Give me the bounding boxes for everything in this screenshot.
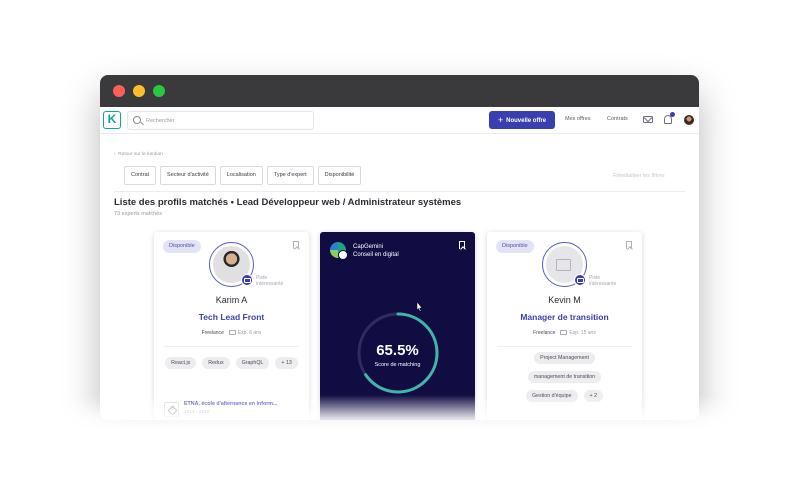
matching-score-label: Score de matching xyxy=(374,362,421,368)
new-offer-label: Nouvelle offre xyxy=(506,118,547,124)
bookmark-icon[interactable] xyxy=(626,241,632,249)
contract-type: Freelance xyxy=(533,330,556,336)
minimize-window-button[interactable] xyxy=(133,85,145,97)
experts-count: 73 experts matchés xyxy=(114,211,162,217)
company-sector: Conseil en digital xyxy=(353,252,399,258)
filter-location[interactable]: Localisation xyxy=(219,166,263,185)
divider xyxy=(164,346,299,347)
skill-tags: React.js Redux GraphQL + 13 xyxy=(164,357,299,369)
expert-role[interactable]: Tech Lead Front xyxy=(154,312,309,322)
search-input[interactable] xyxy=(146,114,306,127)
back-link-label: Retour sur le kanban xyxy=(118,152,163,157)
bookmark-icon[interactable] xyxy=(293,241,299,249)
filter-availability[interactable]: Disponibilité xyxy=(317,166,362,185)
status-line-2: intéressante xyxy=(589,281,617,287)
plus-icon: + xyxy=(497,115,504,125)
maximize-window-button[interactable] xyxy=(153,85,165,97)
expert-name: Kevin M xyxy=(548,295,581,305)
search-icon xyxy=(133,116,141,124)
notification-badge xyxy=(670,112,675,117)
back-link[interactable]: ‹ Retour sur le kanban xyxy=(114,152,163,157)
school-icon xyxy=(164,402,179,417)
company-name: CapGemini xyxy=(353,244,384,250)
skill-tags: Project Management management de transit… xyxy=(497,352,632,402)
filter-bar: Contrat Secteur d'activité Localisation … xyxy=(124,166,362,185)
my-offers-link[interactable]: Mes offres xyxy=(565,116,591,122)
status-label: Piste intéressante xyxy=(256,275,283,287)
top-navigation: K +Nouvelle offre Mes offres Contrats xyxy=(100,107,699,134)
main-content: ‹ Retour sur le kanban Contrat Secteur d… xyxy=(100,134,699,420)
user-avatar[interactable] xyxy=(684,115,694,125)
experience: Exp. 6 ans xyxy=(237,330,262,336)
chat-icon[interactable] xyxy=(241,274,253,286)
availability-badge: Disponible xyxy=(496,240,534,253)
filter-contract[interactable]: Contrat xyxy=(124,166,157,185)
browser-window: K +Nouvelle offre Mes offres Contrats ‹ … xyxy=(100,75,699,420)
contract-type: Freelance xyxy=(201,330,224,336)
more-skills-tag[interactable]: + 2 xyxy=(583,390,604,402)
divider xyxy=(497,346,632,347)
app-logo[interactable]: K xyxy=(103,111,121,129)
bookmark-icon[interactable] xyxy=(459,241,465,249)
skill-tag-row: Gestion d'équipe + 2 xyxy=(525,390,604,402)
skill-tag: Project Management xyxy=(534,352,595,364)
divider xyxy=(114,191,685,192)
expert-card[interactable]: Disponible Piste intéressante Karim A Tec… xyxy=(154,232,309,420)
briefcase-icon xyxy=(228,330,236,335)
filter-sector[interactable]: Secteur d'activité xyxy=(160,166,216,185)
expert-name: Karim A xyxy=(215,295,248,305)
expert-meta: Freelance Exp. 15 ans xyxy=(487,330,642,336)
skill-tag: Gestion d'équipe xyxy=(525,390,578,402)
skill-tag: management de transition xyxy=(527,371,602,383)
page-title: Liste des profils matchés • Lead Dévelop… xyxy=(114,197,462,208)
window-titlebar xyxy=(100,75,699,107)
contracts-link[interactable]: Contrats xyxy=(607,116,628,122)
more-skills-tag[interactable]: + 13 xyxy=(275,357,298,369)
skill-tag: React.js xyxy=(165,357,197,369)
expert-role[interactable]: Manager de transition xyxy=(487,312,642,322)
expert-meta: Freelance Exp. 6 ans xyxy=(154,330,309,336)
matching-score-card[interactable]: CapGemini Conseil en digital 65.5% Score … xyxy=(320,232,475,420)
close-window-button[interactable] xyxy=(113,85,125,97)
chat-icon[interactable] xyxy=(574,274,586,286)
status-label: Piste intéressante xyxy=(589,275,616,287)
briefcase-icon xyxy=(560,330,568,335)
skill-tag: GraphQL xyxy=(235,357,270,369)
experience: Exp. 15 ans xyxy=(569,330,596,336)
reset-filters-link[interactable]: Réinitialiser les filtres xyxy=(613,173,665,179)
company-logo xyxy=(330,242,348,260)
expert-card[interactable]: Disponible Piste intéressante Kevin M Man… xyxy=(487,232,642,420)
school-years: 2014 - 2016 xyxy=(184,410,210,415)
availability-badge: Disponible xyxy=(163,240,201,253)
school-name: ETNA, école d'alternance en inform... xyxy=(184,401,278,407)
skill-tag: Redux xyxy=(202,357,230,369)
mail-icon[interactable] xyxy=(643,116,653,123)
company-info: CapGemini Conseil en digital xyxy=(353,243,399,259)
filter-expert-type[interactable]: Type d'expert xyxy=(266,166,314,185)
new-offer-button[interactable]: + Nouvelle offre xyxy=(489,111,555,129)
status-line-2: intéressante xyxy=(256,281,284,287)
search-box[interactable] xyxy=(127,111,314,130)
matching-score: 65.5% xyxy=(376,342,419,359)
